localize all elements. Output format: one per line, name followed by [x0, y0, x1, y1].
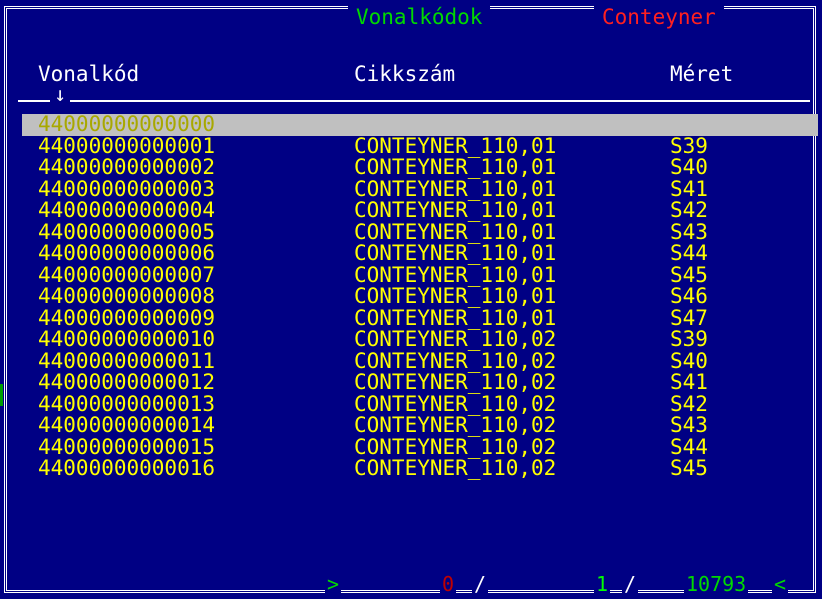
article-cell: CONTEYNER_110,01 — [354, 305, 557, 330]
title-barcodes: Vonalkódok — [348, 3, 491, 31]
size-cell: S40 — [670, 155, 708, 179]
article-cell: CONTEYNER_110,01 — [354, 262, 557, 287]
article-cell: CONTEYNER_110,01 — [354, 133, 557, 158]
barcode-cell: 44000000000007 — [38, 262, 216, 287]
article-cell: CONTEYNER_110,01 — [354, 198, 557, 222]
barcode-cell: 44000000000015 — [38, 434, 216, 459]
table-row[interactable]: 44000000000009 CONTEYNER_110,01 S47 — [22, 305, 818, 330]
table-row[interactable]: 44000000000007 CONTEYNER_110,01 S45 — [22, 262, 818, 287]
table-row[interactable]: 44000000000005 CONTEYNER_110,01 S43 — [22, 219, 818, 244]
article-cell: CONTEYNER_110,02 — [354, 370, 557, 394]
title-bar: Vonalkódok Conteyner — [0, 0, 822, 34]
barcode-cell: 44000000000006 — [38, 241, 216, 265]
barcode-cell: 44000000000010 — [38, 327, 216, 351]
column-header-article[interactable]: Cikkszám — [354, 60, 455, 88]
size-cell: S43 — [670, 219, 708, 244]
status-right-arrow-icon: < — [772, 570, 789, 598]
sort-down-icon: ↓ — [50, 84, 71, 104]
article-cell: CONTEYNER_110,02 — [354, 348, 557, 373]
table-row[interactable]: 44000000000002 CONTEYNER_110,01 S40 — [22, 155, 818, 179]
size-cell: S41 — [670, 176, 708, 201]
table-row[interactable]: 44000000000010 CONTEYNER_110,02 S39 — [22, 327, 818, 351]
barcode-cell: 44000000000009 — [38, 305, 216, 330]
barcode-cell: 44000000000001 — [38, 133, 216, 158]
barcode-cell: 44000000000008 — [38, 284, 216, 308]
size-cell: S42 — [670, 391, 708, 416]
status-separator: / — [472, 570, 489, 598]
size-cell: S39 — [670, 133, 708, 158]
article-cell: CONTEYNER_110,02 — [354, 434, 557, 459]
article-cell: CONTEYNER_110,02 — [354, 413, 557, 437]
size-cell: S43 — [670, 413, 708, 437]
barcode-cell: 44000000000016 — [38, 456, 216, 480]
table-row[interactable]: 44000000000012 CONTEYNER_110,02 S41 — [22, 370, 818, 394]
article-cell: CONTEYNER_110,01 — [354, 155, 557, 179]
status-separator: / — [622, 570, 639, 598]
barcode-cell: 44000000000011 — [38, 348, 216, 373]
status-total-records: 10793 — [684, 570, 749, 598]
barcode-cell: 44000000000005 — [38, 219, 216, 244]
table-row[interactable]: 44000000000016 CONTEYNER_110,02 S45 — [22, 456, 818, 480]
screen: Vonalkódok Conteyner Vonalkód Cikkszám M… — [0, 0, 822, 599]
article-cell: CONTEYNER_110,02 — [354, 327, 557, 351]
table-row[interactable]: 44000000000004 CONTEYNER_110,01 S42 — [22, 198, 818, 222]
barcode-cell: 44000000000003 — [38, 176, 216, 201]
table-row[interactable]: 44000000000008 CONTEYNER_110,01 S46 — [22, 284, 818, 308]
size-cell: S45 — [670, 456, 708, 480]
barcode-list[interactable]: 44000000000000 44000000000001 CONTEYNER_11… — [22, 112, 818, 480]
barcode-cell: 44000000000004 — [38, 198, 216, 222]
barcode-cell: 44000000000014 — [38, 413, 216, 437]
size-cell: S39 — [670, 327, 708, 351]
barcode-cell: 44000000000012 — [38, 370, 216, 394]
table-row[interactable]: 44000000000013 CONTEYNER_110,02 S42 — [22, 391, 818, 416]
size-cell: S41 — [670, 370, 708, 394]
size-cell: S47 — [670, 305, 708, 330]
status-line: > 0 / 1 / 10793 < — [0, 570, 822, 598]
barcode-cell: 44000000000002 — [38, 155, 216, 179]
table-row[interactable]: 44000000000001 CONTEYNER_110,01 S39 — [22, 133, 818, 158]
table-row[interactable]: 44000000000011 CONTEYNER_110,02 S40 — [22, 348, 818, 373]
table-row[interactable]: 44000000000003 CONTEYNER_110,01 S41 — [22, 176, 818, 201]
article-cell: CONTEYNER_110,02 — [354, 456, 557, 480]
header-divider: ↓ — [18, 84, 818, 110]
article-cell: CONTEYNER_110,01 — [354, 284, 557, 308]
barcode-cell: 44000000000000 — [38, 112, 216, 136]
size-cell: S42 — [670, 198, 708, 222]
size-cell: S44 — [670, 434, 708, 459]
article-cell: CONTEYNER_110,01 — [354, 176, 557, 201]
status-current-record: 1 — [594, 570, 611, 598]
barcode-cell: 44000000000013 — [38, 391, 216, 416]
article-cell: CONTEYNER_110,02 — [354, 391, 557, 416]
table-row[interactable]: 44000000000014 CONTEYNER_110,02 S43 — [22, 413, 818, 437]
article-cell: CONTEYNER_110,01 — [354, 219, 557, 244]
title-container: Conteyner — [594, 3, 724, 31]
left-edge-marker — [0, 384, 3, 406]
status-left-arrow-icon: > — [325, 570, 342, 598]
table-row-selected[interactable]: 44000000000000 — [22, 112, 818, 136]
status-marked-count: 0 — [440, 570, 457, 598]
divider-line — [18, 100, 810, 102]
article-cell: CONTEYNER_110,01 — [354, 241, 557, 265]
size-cell: S46 — [670, 284, 708, 308]
size-cell: S45 — [670, 262, 708, 287]
table-row[interactable]: 44000000000006 CONTEYNER_110,01 S44 — [22, 241, 818, 265]
table-row[interactable]: 44000000000015 CONTEYNER_110,02 S44 — [22, 434, 818, 459]
size-cell: S40 — [670, 348, 708, 373]
size-cell: S44 — [670, 241, 708, 265]
column-header-size[interactable]: Méret — [670, 60, 733, 88]
